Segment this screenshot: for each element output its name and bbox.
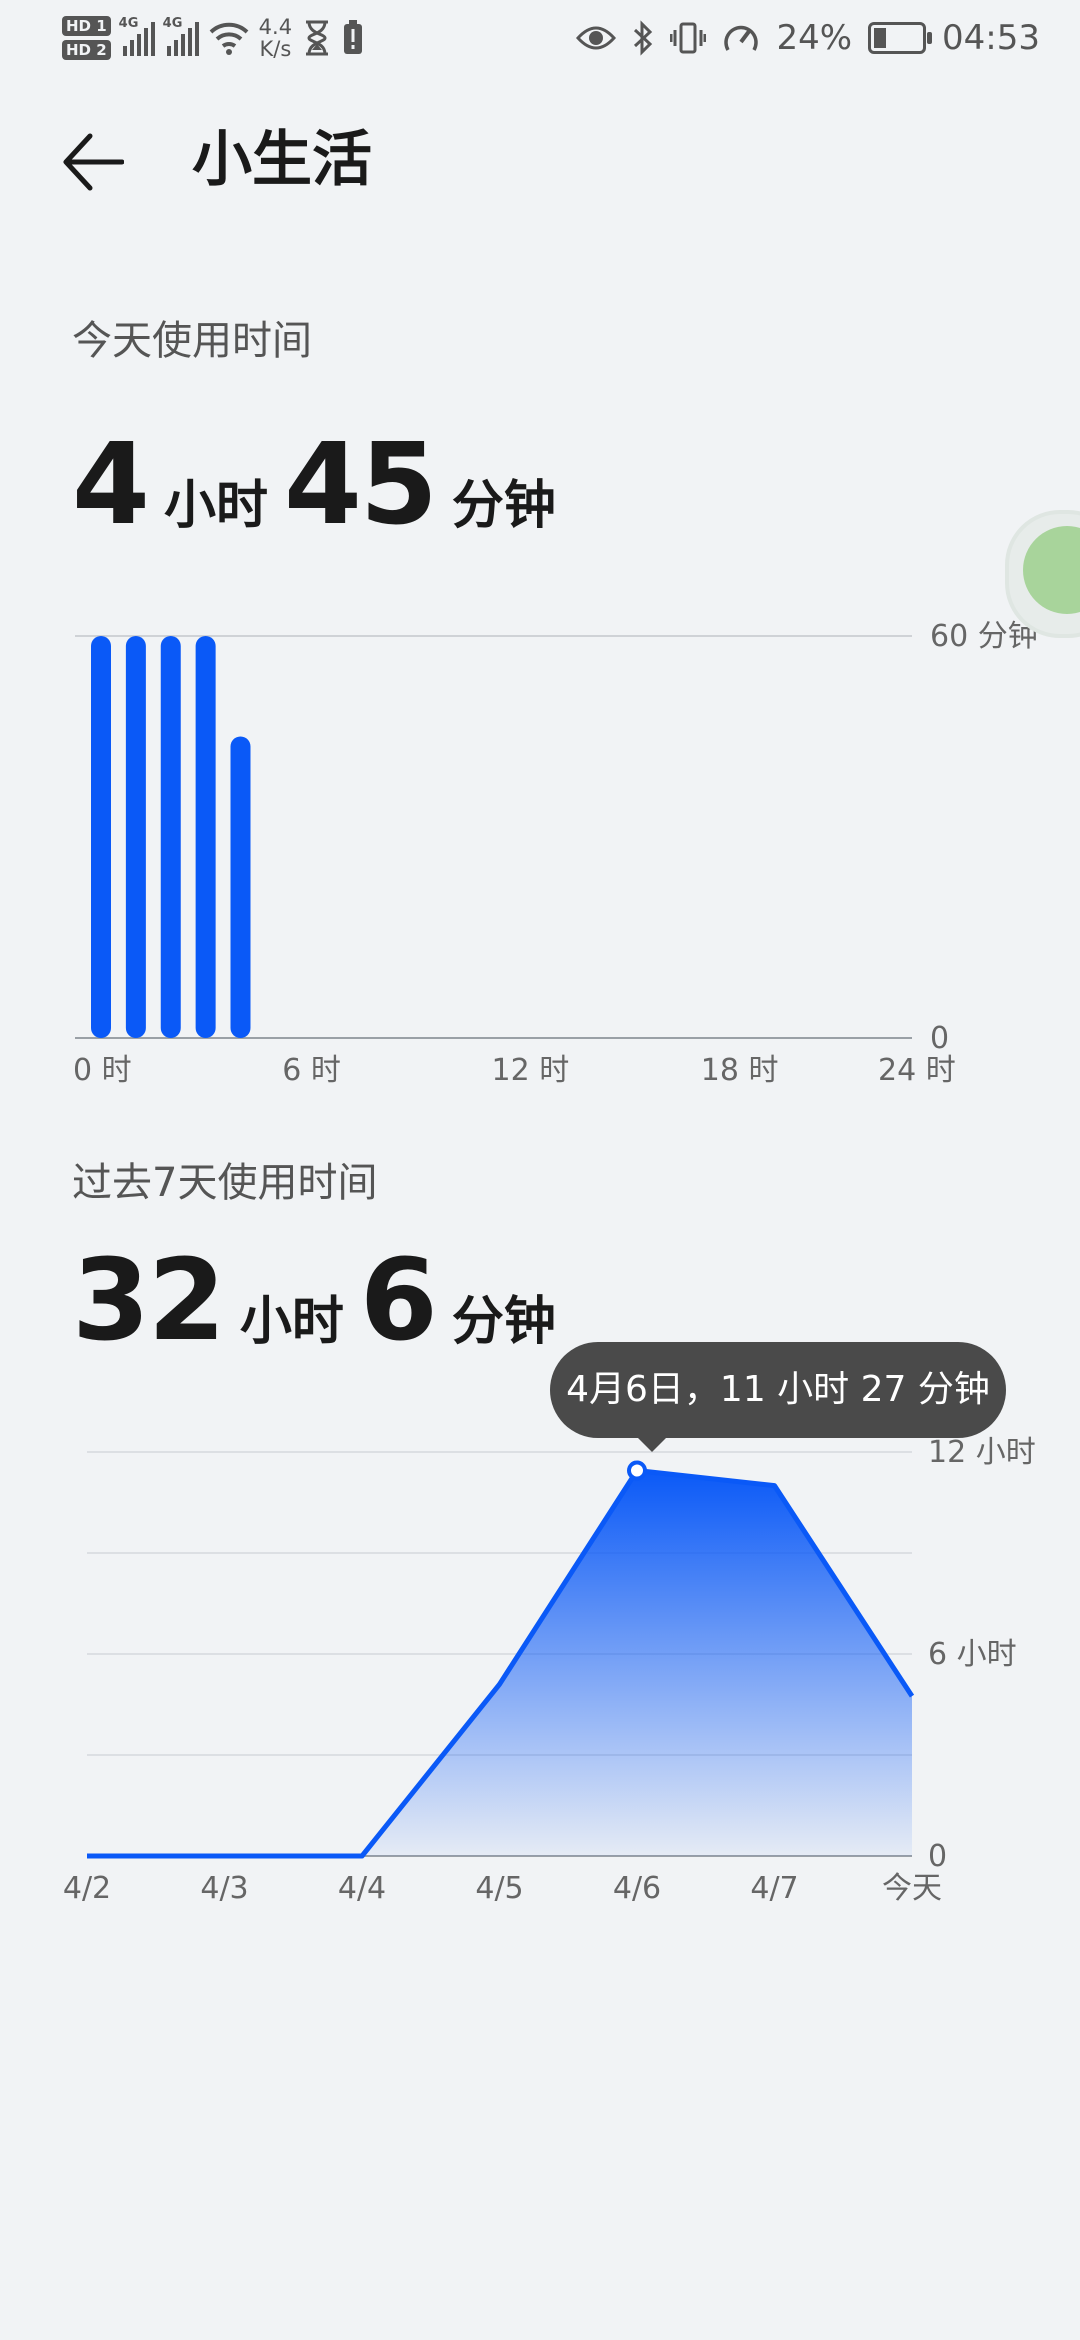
today-minutes: 45 <box>283 420 438 550</box>
signal-2-label: 4G <box>162 16 183 31</box>
x-tick-label: 4/2 <box>63 1871 111 1906</box>
wifi-icon <box>209 22 249 55</box>
highlight-point[interactable] <box>627 1460 647 1481</box>
y-tick-label: 12 小时 <box>928 1435 1036 1470</box>
x-tick-label: 12 时 <box>492 1053 570 1088</box>
status-bar-left: HD 1 HD 2 4G 4G 4.4 K/s <box>62 10 364 66</box>
battery-icon <box>868 22 933 54</box>
page-title: 小生活 <box>192 125 372 195</box>
bar-hour-1 <box>125 636 146 1038</box>
bar-hour-4 <box>230 736 251 1038</box>
today-minutes-unit: 分钟 <box>451 476 556 536</box>
eye-icon <box>576 26 617 50</box>
today-chart[interactable]: 0 时 6 时 12 时 18 时 24 时 0 60 分钟 <box>0 600 1080 1100</box>
bar-hour-0 <box>91 636 111 1038</box>
back-button[interactable] <box>62 122 152 202</box>
week-total: 32 小时 6 分钟 <box>72 1236 556 1366</box>
week-chart[interactable]: 4/2 4/3 4/4 4/5 4/6 4/7 今天 0 6 小时 12 小时 <box>0 1420 1080 1920</box>
today-label: 今天使用时间 <box>72 318 312 364</box>
x-tick-label: 4/5 <box>475 1871 523 1906</box>
bluetooth-icon <box>634 20 653 56</box>
hourglass-icon <box>306 20 329 56</box>
today-hours-unit: 小时 <box>163 476 268 536</box>
x-tick-label: 4/7 <box>750 1871 798 1906</box>
week-minutes-unit: 分钟 <box>451 1292 556 1352</box>
x-tick-label: 18 时 <box>701 1053 779 1088</box>
alert-battery-icon <box>344 20 363 54</box>
hd2-badge: HD 2 <box>62 40 111 60</box>
net-speed: 4.4 K/s <box>259 16 292 60</box>
battery-percent: 24% <box>776 18 853 58</box>
week-hours-unit: 小时 <box>239 1292 344 1352</box>
speedometer-icon <box>724 25 759 51</box>
week-area-chart: 4/2 4/3 4/4 4/5 4/6 4/7 今天0 6 小时 12 小时 <box>63 1435 1036 1906</box>
y-tick-label: 0 <box>928 1839 947 1874</box>
hd1-badge: HD 1 <box>62 16 111 36</box>
week-minutes: 6 <box>359 1236 438 1366</box>
status-bar: HD 1 HD 2 4G 4G 4.4 K/s 24% 04:53 <box>0 0 1080 76</box>
bar-hour-2 <box>160 636 181 1038</box>
y-tick-label: 60 分钟 <box>930 619 1038 654</box>
x-tick-label: 今天 <box>882 1871 942 1906</box>
net-speed-value: 4.4 <box>258 15 293 39</box>
x-tick-label: 4/4 <box>338 1871 386 1906</box>
clock: 04:53 <box>942 18 1040 58</box>
today-total: 4 小时 45 分钟 <box>72 420 556 550</box>
signal-1-icon: 4G <box>119 16 155 56</box>
area-fill <box>87 1470 912 1856</box>
x-tick-label: 24 时 <box>878 1053 956 1088</box>
bar-hour-3 <box>195 636 216 1038</box>
signal-2-icon: 4G <box>163 16 199 56</box>
hd-indicators: HD 1 HD 2 <box>62 16 111 60</box>
y-tick-label: 6 小时 <box>928 1637 1017 1672</box>
today-hours: 4 <box>72 420 150 550</box>
week-label: 过去7天使用时间 <box>72 1160 378 1206</box>
x-tick-label: 6 时 <box>282 1053 341 1088</box>
x-tick-label: 0 时 <box>73 1053 132 1088</box>
week-hours: 32 <box>72 1236 226 1366</box>
vibrate-icon <box>670 22 707 54</box>
chart-tooltip: 4月6日，11 小时 27 分钟 <box>550 1342 1006 1452</box>
x-tick-label: 4/3 <box>200 1871 248 1906</box>
back-arrow-icon <box>63 133 124 191</box>
y-tick-label: 0 <box>930 1021 949 1056</box>
status-bar-right: 24% 04:53 <box>576 10 1040 66</box>
signal-1-label: 4G <box>118 16 139 31</box>
x-tick-label: 4/6 <box>613 1871 661 1906</box>
today-bar-chart: 0 时 6 时 12 时 18 时 24 时0 60 分钟 <box>73 619 1038 1088</box>
app-header: 小生活 <box>0 110 1080 210</box>
net-speed-unit: K/s <box>259 37 292 61</box>
